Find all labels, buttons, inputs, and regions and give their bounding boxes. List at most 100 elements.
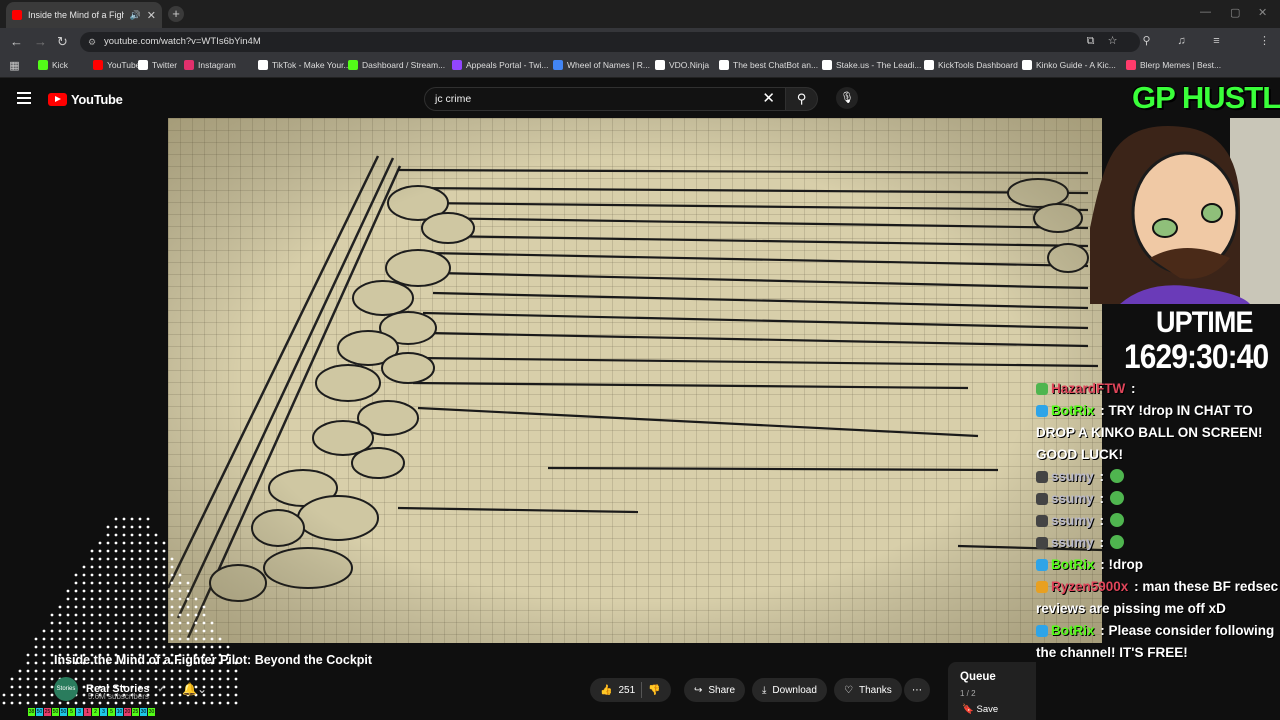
address-bar-row: ← → ↻ ⚙ youtube.com/watch?v=WTIs6bYin4M … <box>0 28 1280 77</box>
overlay-dot <box>154 597 158 601</box>
overlay-dot <box>170 589 174 593</box>
save-button[interactable]: 🔖 Save <box>962 704 998 715</box>
download-button[interactable]: ⤓ Download <box>752 678 827 702</box>
channel-avatar[interactable]: Stories <box>54 677 78 701</box>
overlay-dot <box>170 573 174 577</box>
reload-icon[interactable]: ↻ <box>57 34 68 50</box>
chat-separator: : <box>1096 623 1109 638</box>
maximize-icon[interactable]: ▢ <box>1230 6 1240 19</box>
overlay-dot <box>82 605 86 609</box>
overlay-dot <box>50 629 54 633</box>
back-icon[interactable]: ← <box>10 34 23 49</box>
overlay-dot <box>162 669 166 673</box>
share-button[interactable]: ↪ Share <box>684 678 746 702</box>
new-tab-button[interactable]: + <box>168 6 184 22</box>
thumbs-down-icon[interactable]: 👎 <box>648 685 660 696</box>
overlay-dot <box>146 613 150 617</box>
extensions-icon[interactable]: ⚲ <box>1140 35 1153 48</box>
overlay-dot <box>18 701 22 705</box>
channel-info[interactable]: Stories Real Stories ✔ 5.6M subscribers <box>54 677 165 701</box>
overlay-dot <box>170 637 174 641</box>
overlay-dot <box>58 621 62 625</box>
thanks-button[interactable]: ♡ Thanks <box>834 678 902 702</box>
site-info-icon[interactable]: ⚙ <box>88 32 96 52</box>
clear-search-icon[interactable]: ✕ <box>762 88 775 110</box>
more-actions-button[interactable]: ⋯ <box>904 678 930 702</box>
bookmark-item[interactable]: Blerp Memes | Best... <box>1126 60 1221 70</box>
youtube-logo[interactable]: YouTube <box>48 92 123 107</box>
overlay-dot <box>210 637 214 641</box>
verified-icon: ✔ <box>157 683 166 694</box>
notification-bell-icon[interactable]: 🔔⌄ <box>182 682 207 696</box>
minimize-icon[interactable]: — <box>1200 6 1211 18</box>
overlay-dot <box>90 581 94 585</box>
overlay-dot <box>106 589 110 593</box>
overlay-dot <box>82 629 86 633</box>
overlay-dot <box>42 629 46 633</box>
search-button[interactable]: ⚲ <box>786 87 818 111</box>
overlay-dot <box>186 669 190 673</box>
close-window-icon[interactable]: ✕ <box>1258 6 1267 19</box>
bookmark-item[interactable]: YouTube <box>93 60 140 70</box>
chat-badge-icon <box>1036 581 1048 593</box>
overlay-dot <box>90 701 94 705</box>
browser-tab[interactable]: Inside the Mind of a Fighte 🔊 ✕ <box>6 2 162 28</box>
video-player[interactable] <box>168 118 1102 643</box>
bookmark-item[interactable]: Stake.us - The Leadi... <box>822 60 921 70</box>
speaker-icon[interactable]: 🔊 <box>130 10 141 21</box>
bookmark-favicon-icon <box>258 60 268 70</box>
overlay-dot <box>42 653 46 657</box>
overlay-dot <box>146 629 150 633</box>
overlay-dot <box>130 645 134 649</box>
bookmark-item[interactable]: Wheel of Names | R... <box>553 60 650 70</box>
overlay-dot <box>114 517 118 521</box>
download-label: Download <box>772 684 817 696</box>
overlay-dot <box>122 581 126 585</box>
media-icon[interactable]: ♫ <box>1175 35 1188 48</box>
like-button[interactable]: 👍 251 👎 <box>590 678 671 702</box>
bookmark-item[interactable]: VDO.Ninja <box>655 60 709 70</box>
bookmark-item[interactable]: Kick <box>38 60 68 70</box>
bookmark-item[interactable]: Kinko Guide - A Kic... <box>1022 60 1116 70</box>
bookmarks-bar: ▦ Kick YouTube Twitter Instagram TikTok - Ma… <box>0 56 1280 78</box>
hamburger-menu-icon[interactable] <box>17 92 31 107</box>
overlay-dot <box>122 637 126 641</box>
overlay-dot <box>202 621 206 625</box>
overlay-dot <box>90 589 94 593</box>
bookmark-item[interactable]: Dashboard / Stream... <box>348 60 445 70</box>
overlay-dot <box>146 517 150 521</box>
overlay-dot <box>186 613 190 617</box>
overlay-dot <box>170 581 174 585</box>
overlay-dot <box>2 693 6 697</box>
overlay-dot <box>146 701 150 705</box>
install-app-icon[interactable]: ⧉ <box>1084 35 1097 48</box>
search-input[interactable]: jc crime ✕ <box>424 87 786 111</box>
browser-menu-icon[interactable]: ⋮ <box>1258 35 1271 48</box>
chat-message: ssumy : <box>1036 488 1280 510</box>
url-text: youtube.com/watch?v=WTIs6bYin4M <box>104 36 261 47</box>
bookmark-item[interactable]: Twitter <box>138 60 177 70</box>
bookmark-star-icon[interactable]: ☆ <box>1106 35 1119 48</box>
tab-close-icon[interactable]: ✕ <box>147 9 156 22</box>
bookmark-item[interactable]: The best ChatBot an... <box>719 60 818 70</box>
bookmark-item[interactable]: Instagram <box>184 60 236 70</box>
queue-panel[interactable]: Queue 1 / 2 🔖 Save <box>948 662 1036 720</box>
bookmark-item[interactable]: KickTools Dashboard <box>924 60 1018 70</box>
forward-icon[interactable]: → <box>34 34 47 49</box>
chat-emote-icon <box>1109 535 1124 549</box>
overlay-dot <box>74 645 78 649</box>
voice-search-button[interactable]: 🎙 <box>836 87 858 109</box>
url-field[interactable]: ⚙ youtube.com/watch?v=WTIs6bYin4M <box>80 32 1140 52</box>
overlay-dot <box>146 645 150 649</box>
overlay-dot <box>106 541 110 545</box>
tab-search-icon[interactable]: ≡ <box>1210 35 1223 48</box>
apps-grid-icon[interactable]: ▦ <box>8 60 21 73</box>
overlay-dot <box>138 557 142 561</box>
overlay-dot <box>34 693 38 697</box>
overlay-dot <box>122 533 126 537</box>
bookmark-item[interactable]: Appeals Portal - Twi... <box>452 60 549 70</box>
overlay-dot <box>114 637 118 641</box>
overlay-dot <box>194 645 198 649</box>
overlay-dot <box>74 613 78 617</box>
bookmark-item[interactable]: TikTok - Make Your... <box>258 60 351 70</box>
